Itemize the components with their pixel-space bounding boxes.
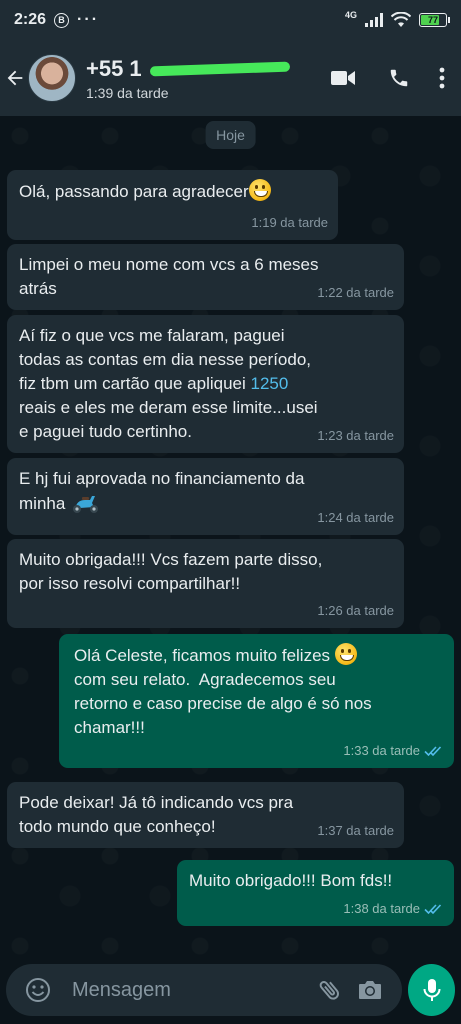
message-time: 1:37 da tarde	[317, 823, 394, 838]
more-vert-icon	[439, 67, 445, 89]
message-bubble[interactable]: Pode deixar! Já tô indicando vcs pra tod…	[7, 782, 404, 848]
phone-icon	[390, 69, 408, 87]
voice-message-button[interactable]	[408, 964, 455, 1016]
contact-name: +55 1	[86, 55, 142, 81]
motor-scooter-emoji	[73, 496, 99, 513]
message-input[interactable]: Mensagem	[6, 964, 402, 1016]
status-bar: 2:26 B ··· 4G 77	[0, 0, 461, 40]
grinning-face-emoji	[334, 643, 357, 665]
grinning-face-emoji	[248, 179, 271, 201]
message-time: 1:33 da tarde	[343, 743, 420, 758]
message-bubble[interactable]: Limpei o meu nome com vcs a 6 meses atrá…	[7, 244, 404, 310]
battery-icon: 77	[419, 13, 450, 27]
video-call-button[interactable]	[315, 50, 371, 106]
emoji-icon	[26, 978, 50, 1002]
mic-icon	[423, 979, 440, 1001]
message-bubble[interactable]: E hj fui aprovada no financiamento da mi…	[7, 458, 404, 535]
message-text: Olá, passando para agradecer	[19, 179, 327, 204]
message-time: 1:23 da tarde	[317, 428, 394, 443]
message-text: Olá Celeste, ficamos muito felizes com s…	[74, 643, 443, 740]
message-text: Muito obrigado!!! Bom fds!!	[189, 871, 393, 890]
signal-icon	[365, 13, 383, 27]
composer-bar: Mensagem	[0, 956, 461, 1024]
redaction-mark	[149, 61, 290, 76]
message-text: Muito obrigada!!! Vcs fazem parte disso,…	[19, 550, 323, 593]
back-button[interactable]	[2, 40, 28, 116]
contact-info[interactable]: +55 1 1:39 da tarde	[86, 56, 290, 101]
message-time: 1:19 da tarde	[251, 215, 328, 230]
message-time: 1:26 da tarde	[317, 603, 394, 618]
message-bubble[interactable]: Muito obrigado!!! Bom fds!! 1:38 da tard…	[177, 860, 454, 926]
video-call-icon	[331, 71, 355, 85]
chat-header: +55 1 1:39 da tarde	[0, 40, 461, 116]
message-list[interactable]: Hoje Olá, passando para agradecer 1:19 d…	[0, 116, 461, 956]
voice-call-button[interactable]	[371, 50, 427, 106]
message-bubble[interactable]: Olá Celeste, ficamos muito felizes com s…	[59, 634, 454, 768]
attach-button[interactable]	[310, 970, 350, 1010]
more-options-button[interactable]	[427, 50, 457, 106]
message-bubble[interactable]: Aí fiz o que vcs me falaram, paguei toda…	[7, 315, 404, 453]
battery-percent: 77	[427, 15, 438, 25]
camera-button[interactable]	[350, 970, 390, 1010]
back-arrow-icon	[7, 70, 23, 86]
message-bubble[interactable]: Olá, passando para agradecer 1:19 da tar…	[7, 170, 338, 240]
attach-icon	[319, 981, 339, 1000]
number-link[interactable]: 1250	[251, 374, 289, 393]
message-time: 1:24 da tarde	[317, 510, 394, 525]
emoji-button[interactable]	[18, 970, 58, 1010]
b-badge-icon: B	[54, 12, 70, 28]
double-check-icon	[424, 904, 442, 915]
more-notifications-icon: ···	[77, 11, 100, 28]
camera-icon	[359, 981, 381, 999]
message-placeholder: Mensagem	[72, 978, 171, 1001]
status-time: 2:26	[14, 11, 47, 28]
double-check-icon	[424, 746, 442, 757]
last-seen: 1:39 da tarde	[86, 84, 169, 101]
message-time: 1:38 da tarde	[343, 901, 420, 916]
message-time: 1:22 da tarde	[317, 285, 394, 300]
date-chip: Hoje	[205, 121, 256, 149]
message-bubble[interactable]: Muito obrigada!!! Vcs fazem parte disso,…	[7, 539, 404, 628]
network-type: 4G	[344, 10, 357, 20]
contact-avatar[interactable]	[28, 54, 76, 102]
wifi-icon	[391, 12, 411, 27]
